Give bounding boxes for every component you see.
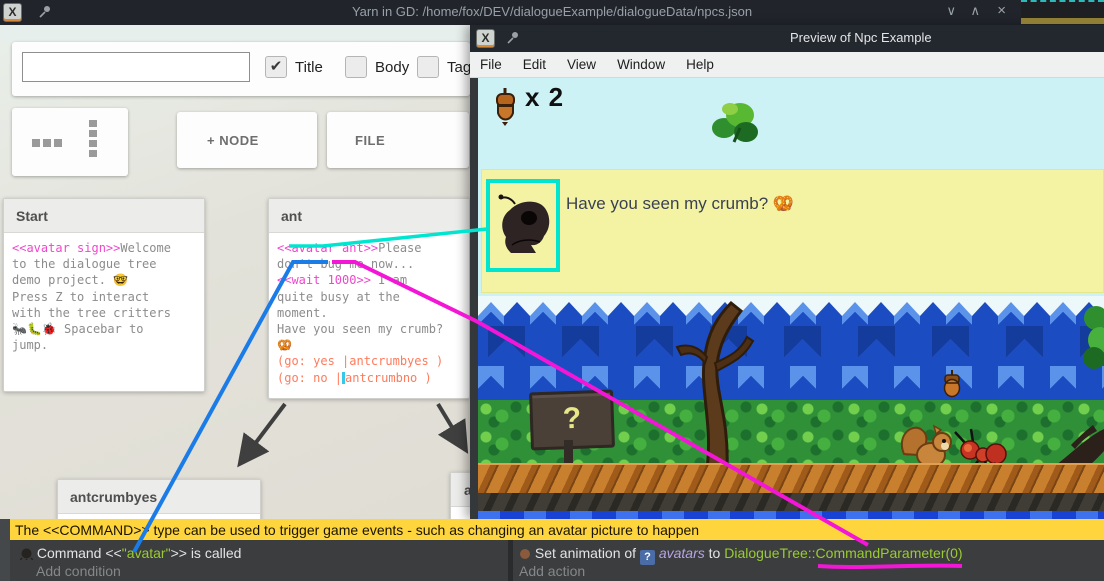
condition-value[interactable]: "avatar": [122, 545, 171, 561]
condition-text: >> is called: [171, 545, 242, 561]
action-icon: [519, 548, 531, 560]
underground-terrain: [478, 493, 1104, 511]
condition-row[interactable]: Command <<"avatar">> is called: [20, 545, 241, 561]
app-icon[interactable]: X: [476, 29, 495, 48]
action-text: to: [705, 545, 724, 561]
panel-divider[interactable]: [508, 540, 513, 581]
mountain-snowcaps: [478, 296, 1104, 318]
action-text: Set animation of: [535, 545, 640, 561]
acorn-hud-icon: [494, 87, 516, 127]
hanging-acorn-sprite: [943, 370, 961, 398]
arrow-ant-to-antcrumbno: [438, 404, 464, 447]
maximize-button[interactable]: ∧: [970, 3, 980, 19]
water: [478, 511, 1104, 519]
main-titlebar: X Yarn in GD: /home/fox/DEV/dialogueExam…: [0, 0, 1104, 25]
info-banner-text: The <<COMMAND>> type can be used to trig…: [10, 522, 699, 538]
action-object[interactable]: avatars: [659, 545, 705, 561]
add-condition-link[interactable]: Add condition: [36, 563, 121, 579]
object-unknown-icon: ?: [640, 550, 655, 565]
action-value[interactable]: DialogueTree::CommandParameter(0): [724, 545, 962, 561]
pin-icon[interactable]: [506, 31, 520, 45]
preview-menubar: File Edit View Window Help: [470, 52, 1104, 78]
background-window-stripe: [1021, 18, 1104, 24]
preview-window-title: Preview of Npc Example: [790, 30, 932, 45]
dialogue-box: Have you seen my crumb? 🥨: [481, 169, 1104, 293]
event-sheet-panels: Command <<"avatar">> is called Add condi…: [10, 540, 1104, 581]
node-connection-arrows: [0, 25, 470, 581]
condition-text: Command <<: [37, 545, 122, 561]
info-banner: The <<COMMAND>> type can be used to trig…: [10, 519, 1104, 540]
add-action-link[interactable]: Add action: [519, 563, 585, 579]
viewport-left-edge: [470, 78, 478, 519]
minimize-button[interactable]: ∨: [946, 3, 956, 19]
preview-window: X Preview of Npc Example File Edit View …: [470, 25, 1104, 519]
screen: X Yarn in GD: /home/fox/DEV/dialogueExam…: [0, 0, 1104, 581]
menu-file[interactable]: File: [480, 57, 502, 72]
preview-titlebar: X Preview of Npc Example: [470, 25, 1104, 52]
arrow-ant-to-antcrumbyes: [242, 404, 285, 461]
menu-help[interactable]: Help: [686, 57, 714, 72]
ground-terrain: [478, 463, 1104, 493]
condition-icon: [20, 547, 33, 560]
right-foliage-sprite: [1078, 304, 1104, 370]
bottom-gutter: [0, 519, 10, 581]
dialogue-text: Have you seen my crumb? 🥨: [566, 194, 794, 214]
acorn-count-label: x 2: [525, 82, 564, 113]
close-button[interactable]: ×: [997, 2, 1006, 19]
dead-tree-sprite: [655, 293, 775, 468]
ant-avatar-portrait: [498, 193, 550, 255]
leaf-cluster-sprite: [710, 98, 762, 146]
menu-edit[interactable]: Edit: [523, 57, 546, 72]
action-row[interactable]: Set animation of ? avatars to DialogueTr…: [519, 545, 963, 565]
menu-window[interactable]: Window: [617, 57, 665, 72]
game-viewport[interactable]: ?: [470, 78, 1104, 519]
menu-view[interactable]: View: [567, 57, 596, 72]
window-title: Yarn in GD: /home/fox/DEV/dialogueExampl…: [0, 4, 1104, 19]
sign-question-glyph: ?: [562, 402, 581, 436]
background-window-corner: [1021, 0, 1104, 25]
